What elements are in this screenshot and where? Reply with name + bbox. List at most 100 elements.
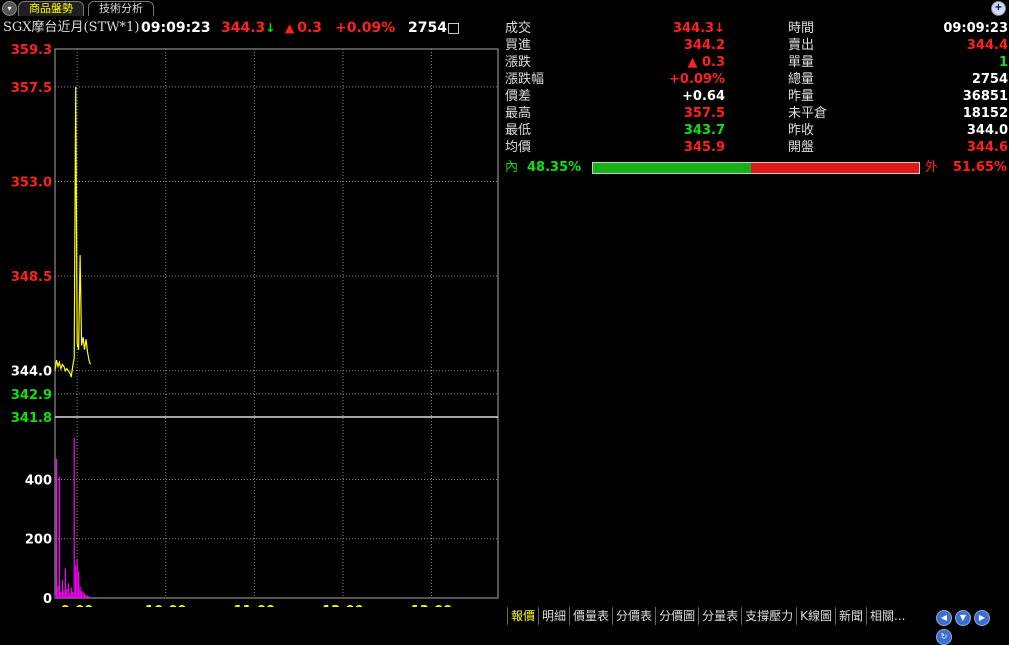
quote-row-right-1: 賣出 344.4 xyxy=(788,37,1008,54)
bottom-tab-8[interactable]: 新聞 xyxy=(834,607,866,625)
plot-frame xyxy=(54,48,499,599)
inner-pct: 48.35% xyxy=(527,160,582,175)
quote-label: 昨收 xyxy=(788,123,815,138)
volume-mark-icon: □ xyxy=(446,20,461,36)
quote-label: 均價 xyxy=(505,140,532,155)
header-price: 344.3↓ xyxy=(221,18,275,38)
price-tick-label: 348.5 xyxy=(11,270,52,285)
quote-value: 344.2 xyxy=(683,38,725,53)
menu-dropdown-icon[interactable]: ▾ xyxy=(2,1,17,16)
quote-row-left-3: 漲跌幅 +0.09% xyxy=(505,71,725,88)
bottom-tab-4[interactable]: 分價圖 xyxy=(655,607,698,625)
quote-row-right-0: 時間 09:09:23 xyxy=(788,20,1008,37)
quote-row-left-2: 漲跌 ▲ 0.3 xyxy=(505,54,725,71)
header-change-value: 0.3 xyxy=(297,20,323,36)
x-tick-label: 11:00 xyxy=(234,604,275,607)
volume-tick-label: 0 xyxy=(43,592,52,607)
price-tick-label: 344.0 xyxy=(11,365,52,380)
quote-value: 1 xyxy=(998,55,1008,70)
up-triangle-icon: ▲ xyxy=(285,21,295,35)
quote-row-right-5: 未平倉 18152 xyxy=(788,105,1008,122)
inner-label: 內 xyxy=(505,160,519,175)
quote-value: 36851 xyxy=(962,89,1008,104)
bottom-tab-6[interactable]: 支撐壓力 xyxy=(741,607,796,625)
instrument-name: SGX摩台近月(STW*1) xyxy=(3,20,140,35)
header-change-pct: +0.09% xyxy=(335,20,396,36)
bottom-tab-1[interactable]: 明細 xyxy=(538,607,569,625)
quote-value: 18152 xyxy=(962,106,1008,121)
price-line xyxy=(54,86,91,378)
quote-row-left-0: 成交 344.3↓ xyxy=(505,20,725,37)
bottom-tab-2[interactable]: 價量表 xyxy=(569,607,612,625)
intraday-chart: 9:00 10:00 11:00 12:00 13:00 359.3 357.5 353.0 3… xyxy=(11,43,499,607)
quote-label: 買進 xyxy=(505,38,532,53)
bottom-tab-5[interactable]: 分量表 xyxy=(698,607,741,625)
outer-pct: 51.65% xyxy=(952,160,1007,175)
header-time: 09:09:23 xyxy=(141,20,211,36)
quote-label: 價差 xyxy=(505,89,532,104)
ratio-bar-outer xyxy=(750,163,919,173)
quote-value: 344.6 xyxy=(966,140,1008,155)
outer-label: 外 xyxy=(925,160,939,175)
x-tick-label: 9:00 xyxy=(61,604,93,607)
tab-market[interactable]: 商品盤勢 xyxy=(18,1,84,16)
x-tick-label: 12:00 xyxy=(322,604,363,607)
scroll-left-icon[interactable]: ◀ xyxy=(936,609,952,626)
quote-row-right-7: 開盤 344.6 xyxy=(788,139,1008,156)
price-tick-label: 357.5 xyxy=(11,81,52,96)
quote-value: 344.0 xyxy=(966,123,1008,138)
tab-bar: ▾ 商品盤勢 技術分析 + xyxy=(0,0,1009,16)
quote-label: 未平倉 xyxy=(788,106,828,121)
header-price-value: 344.3 xyxy=(221,20,266,36)
quote-label: 昨量 xyxy=(788,89,815,104)
header-volume-value: 2754 xyxy=(408,20,447,36)
quote-row-left-7: 均價 345.9 xyxy=(505,139,725,156)
zoom-icon[interactable]: + xyxy=(991,1,1006,16)
quote-value: 344.3↓ xyxy=(672,21,725,36)
tab-technical[interactable]: 技術分析 xyxy=(88,1,154,16)
bottom-tab-9[interactable]: 相關... xyxy=(866,607,908,625)
volume-tick-label: 200 xyxy=(25,533,52,548)
scroll-right-icon[interactable]: ▶ xyxy=(974,609,990,626)
quote-value: 09:09:23 xyxy=(943,21,1008,36)
bottom-tab-3[interactable]: 分價表 xyxy=(612,607,655,625)
quote-label: 單量 xyxy=(788,55,815,70)
price-tick-label: 342.9 xyxy=(11,388,52,403)
quote-label: 漲跌幅 xyxy=(505,72,545,87)
header-change: ▲ 0.3 xyxy=(285,18,322,38)
quote-row-left-5: 最高 357.5 xyxy=(505,105,725,122)
bottom-tab-bar: 報價 明細 價量表 分價表 分價圖 分量表 支撐壓力 K線圖 新聞 相關... xyxy=(507,607,937,625)
scroll-down-icon[interactable]: ▼ xyxy=(955,609,971,626)
quote-value: 344.4 xyxy=(966,38,1008,53)
quote-label: 成交 xyxy=(505,21,532,36)
volume-tick-label: 400 xyxy=(25,473,52,488)
quote-label: 時間 xyxy=(788,21,815,36)
quote-label: 最低 xyxy=(505,123,532,138)
quote-row-left-4: 價差 +0.64 xyxy=(505,88,725,105)
bottom-tab-7[interactable]: K線圖 xyxy=(796,607,835,625)
refresh-icon[interactable]: ↻ xyxy=(936,628,952,645)
quote-value: +0.09% xyxy=(669,72,725,87)
quote-row-right-6: 昨收 344.0 xyxy=(788,122,1008,139)
quote-value: +0.64 xyxy=(682,89,725,104)
quote-label: 總量 xyxy=(788,72,815,87)
quote-value: 345.9 xyxy=(683,140,725,155)
quote-header: SGX摩台近月(STW*1) 09:09:23 344.3↓ ▲ 0.3 +0.0… xyxy=(0,18,500,38)
price-tick-label: 341.8 xyxy=(11,411,52,426)
quote-row-left-6: 最低 343.7 xyxy=(505,122,725,139)
quote-value: ▲ 0.3 xyxy=(687,55,725,70)
quote-row-left-1: 買進 344.2 xyxy=(505,37,725,54)
x-tick-label: 10:00 xyxy=(145,604,186,607)
x-tick-label: 13:00 xyxy=(411,604,452,607)
quote-value: 2754 xyxy=(971,72,1008,87)
header-volume: 2754□ xyxy=(408,18,460,38)
quote-value: 357.5 xyxy=(683,106,725,121)
quote-row-right-4: 昨量 36851 xyxy=(788,88,1008,105)
quote-row-right-3: 總量 2754 xyxy=(788,71,1008,88)
quote-label: 漲跌 xyxy=(505,55,532,70)
inner-outer-ratio: 內 48.35% 外 51.65% xyxy=(505,159,1007,177)
nav-buttons: ◀ ▼ ▶ ↻ xyxy=(936,607,1009,645)
bottom-tab-0[interactable]: 報價 xyxy=(507,607,538,625)
quote-row-right-2: 單量 1 xyxy=(788,54,1008,71)
price-tick-label: 359.3 xyxy=(11,43,52,58)
